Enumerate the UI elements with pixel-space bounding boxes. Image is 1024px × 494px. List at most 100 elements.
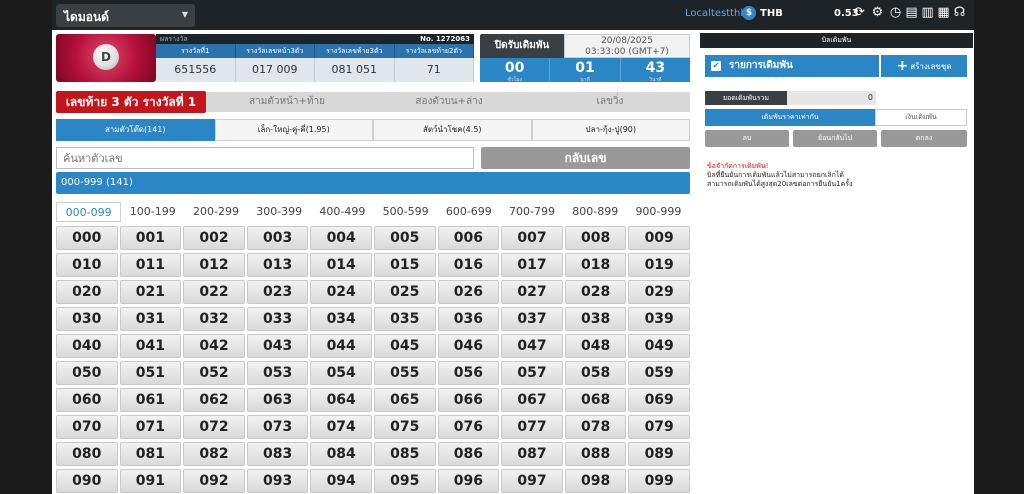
number-button[interactable]: 089 bbox=[628, 442, 690, 466]
number-button[interactable]: 017 bbox=[501, 253, 563, 277]
subtab-fish-shrimp-crab[interactable]: ปลา-กุ้ง-ปู(90) bbox=[531, 119, 690, 141]
number-button[interactable]: 010 bbox=[56, 253, 118, 277]
number-button[interactable]: 034 bbox=[310, 307, 372, 331]
number-button[interactable]: 098 bbox=[564, 469, 627, 493]
number-button[interactable]: 003 bbox=[246, 226, 309, 250]
number-button[interactable]: 014 bbox=[310, 253, 372, 277]
number-button[interactable]: 050 bbox=[56, 361, 118, 385]
same-price-tab[interactable]: เดิมพันราคาเท่ากัน bbox=[705, 109, 875, 126]
number-button[interactable]: 076 bbox=[437, 415, 500, 439]
tab-running[interactable]: เลขวิ่ง bbox=[530, 92, 690, 112]
bet-list-toggle[interactable]: ✔ รายการเดิมพัน bbox=[705, 55, 879, 77]
number-button[interactable]: 096 bbox=[437, 469, 500, 493]
number-button[interactable]: 084 bbox=[310, 442, 372, 466]
number-button[interactable]: 055 bbox=[373, 361, 436, 385]
number-button[interactable]: 051 bbox=[119, 361, 182, 385]
range-tab[interactable]: 200-299 bbox=[184, 202, 247, 222]
number-button[interactable]: 060 bbox=[56, 388, 118, 412]
number-button[interactable]: 065 bbox=[373, 388, 436, 412]
number-button[interactable]: 007 bbox=[501, 226, 563, 250]
number-button[interactable]: 020 bbox=[56, 280, 118, 304]
number-button[interactable]: 008 bbox=[564, 226, 627, 250]
number-button[interactable]: 080 bbox=[56, 442, 118, 466]
history-icon[interactable]: ◷ bbox=[888, 5, 903, 21]
number-button[interactable]: 070 bbox=[56, 415, 118, 439]
number-button[interactable]: 092 bbox=[183, 469, 245, 493]
number-button[interactable]: 087 bbox=[501, 442, 563, 466]
tab-three-digit[interactable]: เลขท้าย 3 ตัว รางวัลที่ 1 bbox=[56, 91, 206, 113]
number-button[interactable]: 043 bbox=[246, 334, 309, 358]
number-button[interactable]: 032 bbox=[183, 307, 245, 331]
number-button[interactable]: 081 bbox=[119, 442, 182, 466]
delete-button[interactable]: ลบ bbox=[705, 130, 789, 147]
range-tab[interactable]: 100-199 bbox=[121, 202, 184, 222]
clipboard-icon[interactable]: ▥ bbox=[920, 5, 935, 21]
number-button[interactable]: 053 bbox=[246, 361, 309, 385]
back-button[interactable]: ย้อนกลับไป bbox=[793, 130, 877, 147]
number-button[interactable]: 083 bbox=[246, 442, 309, 466]
number-button[interactable]: 005 bbox=[373, 226, 436, 250]
range-tab[interactable]: 400-499 bbox=[311, 202, 374, 222]
tab-two-digit[interactable]: สองตัวบน+ล่าง bbox=[368, 92, 530, 112]
number-button[interactable]: 064 bbox=[310, 388, 372, 412]
number-button[interactable]: 088 bbox=[564, 442, 627, 466]
number-button[interactable]: 015 bbox=[373, 253, 436, 277]
subtab-lucky-animal[interactable]: สัตว์นำโชค(4.5) bbox=[373, 119, 532, 141]
number-button[interactable]: 046 bbox=[437, 334, 500, 358]
number-button[interactable]: 097 bbox=[501, 469, 563, 493]
number-button[interactable]: 069 bbox=[628, 388, 690, 412]
number-button[interactable]: 061 bbox=[119, 388, 182, 412]
range-tab[interactable]: 700-799 bbox=[500, 202, 563, 222]
number-button[interactable]: 078 bbox=[564, 415, 627, 439]
range-tab[interactable]: 800-899 bbox=[564, 202, 627, 222]
number-button[interactable]: 093 bbox=[246, 469, 309, 493]
range-tab[interactable]: 300-399 bbox=[248, 202, 311, 222]
tab-front-back[interactable]: สามตัวหน้า+ท้าย bbox=[206, 92, 368, 112]
number-button[interactable]: 090 bbox=[56, 469, 118, 493]
range-tab[interactable]: 500-599 bbox=[374, 202, 437, 222]
document-icon[interactable]: ▤ bbox=[904, 5, 919, 21]
headset-icon[interactable]: ☊ bbox=[952, 5, 967, 21]
number-button[interactable]: 025 bbox=[373, 280, 436, 304]
number-button[interactable]: 099 bbox=[628, 469, 690, 493]
number-button[interactable]: 094 bbox=[310, 469, 372, 493]
number-button[interactable]: 042 bbox=[183, 334, 245, 358]
number-button[interactable]: 035 bbox=[373, 307, 436, 331]
number-button[interactable]: 045 bbox=[373, 334, 436, 358]
number-button[interactable]: 013 bbox=[246, 253, 309, 277]
create-set-button[interactable]: + สร้างเลขชุด bbox=[881, 55, 967, 77]
number-button[interactable]: 021 bbox=[119, 280, 182, 304]
number-button[interactable]: 031 bbox=[119, 307, 182, 331]
number-button[interactable]: 019 bbox=[628, 253, 690, 277]
number-button[interactable]: 041 bbox=[119, 334, 182, 358]
number-button[interactable]: 048 bbox=[564, 334, 627, 358]
number-button[interactable]: 004 bbox=[310, 226, 372, 250]
number-button[interactable]: 006 bbox=[437, 226, 500, 250]
number-button[interactable]: 079 bbox=[628, 415, 690, 439]
number-button[interactable]: 040 bbox=[56, 334, 118, 358]
number-button[interactable]: 012 bbox=[183, 253, 245, 277]
number-button[interactable]: 011 bbox=[119, 253, 182, 277]
range-tab[interactable]: 600-699 bbox=[437, 202, 500, 222]
number-button[interactable]: 001 bbox=[119, 226, 182, 250]
number-button[interactable]: 074 bbox=[310, 415, 372, 439]
number-button[interactable]: 022 bbox=[183, 280, 245, 304]
bet-amount-tab[interactable]: เงินเดิมพัน bbox=[875, 109, 967, 126]
number-button[interactable]: 073 bbox=[246, 415, 309, 439]
number-button[interactable]: 071 bbox=[119, 415, 182, 439]
number-button[interactable]: 062 bbox=[183, 388, 245, 412]
site-select[interactable]: ไดมอนด์ ▼ bbox=[56, 4, 195, 27]
number-button[interactable]: 068 bbox=[564, 388, 627, 412]
number-button[interactable]: 066 bbox=[437, 388, 500, 412]
book-icon[interactable]: ▦ bbox=[936, 5, 951, 21]
number-button[interactable]: 037 bbox=[501, 307, 563, 331]
number-button[interactable]: 024 bbox=[310, 280, 372, 304]
number-button[interactable]: 029 bbox=[628, 280, 690, 304]
number-button[interactable]: 077 bbox=[501, 415, 563, 439]
number-button[interactable]: 000 bbox=[56, 226, 118, 250]
number-button[interactable]: 033 bbox=[246, 307, 309, 331]
number-button[interactable]: 049 bbox=[628, 334, 690, 358]
number-button[interactable]: 027 bbox=[501, 280, 563, 304]
number-button[interactable]: 095 bbox=[373, 469, 436, 493]
number-button[interactable]: 091 bbox=[119, 469, 182, 493]
